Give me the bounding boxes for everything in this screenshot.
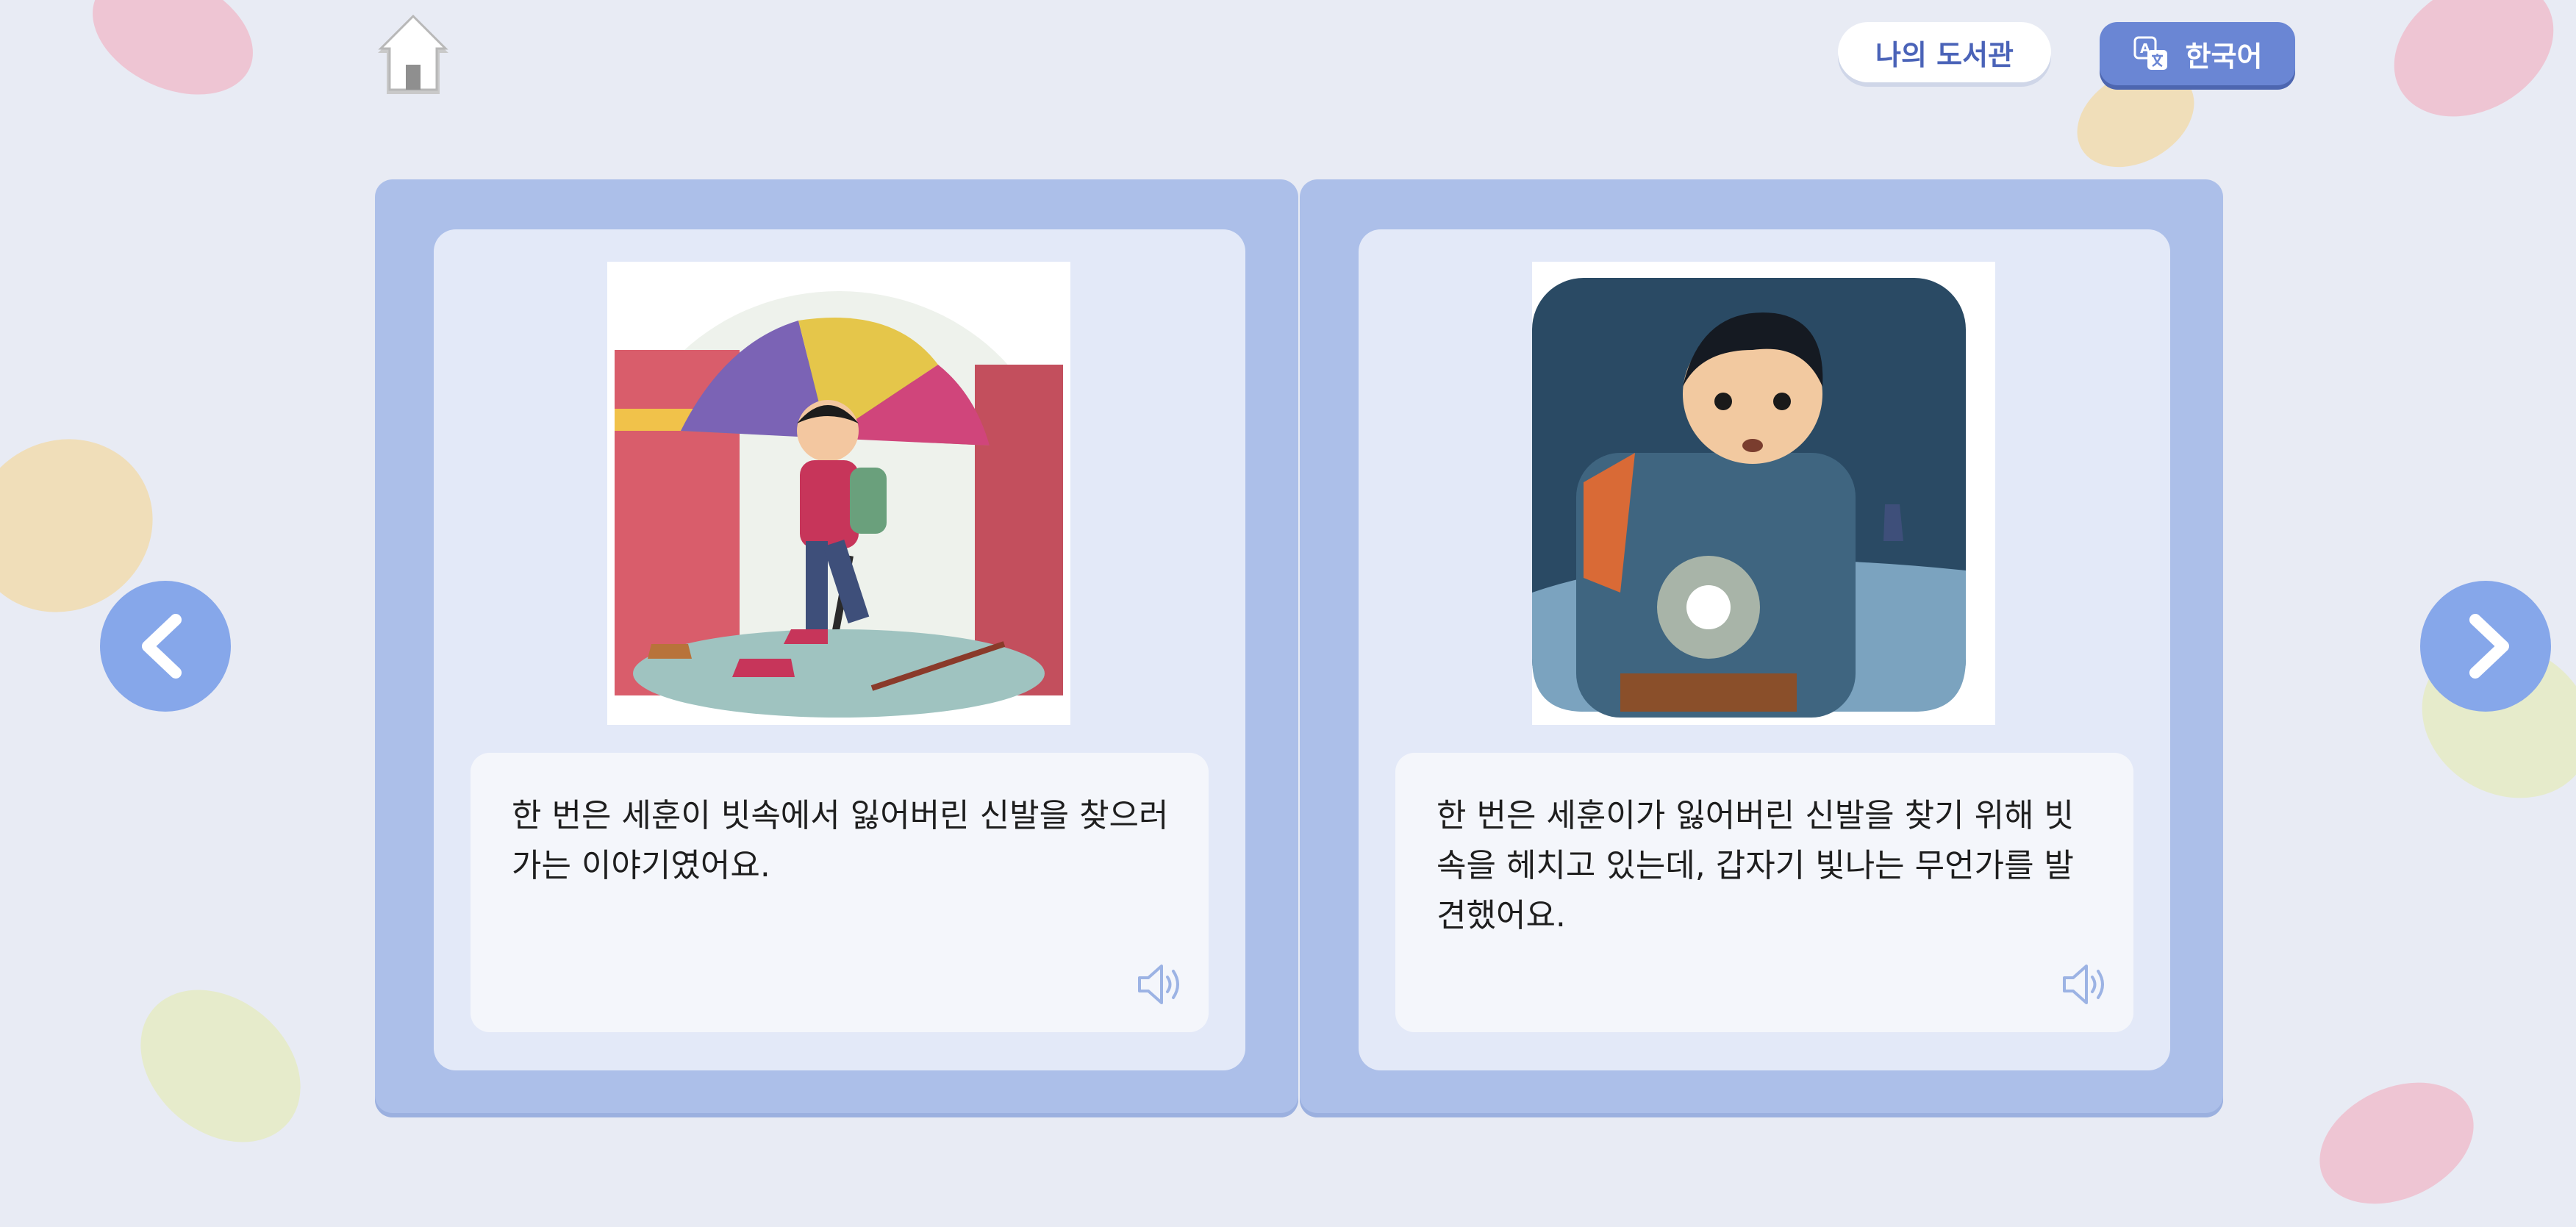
language-button[interactable]: A 한국어 (2100, 22, 2295, 85)
read-aloud-button[interactable] (2060, 959, 2111, 1010)
page-illustration (1532, 262, 1995, 725)
prev-page-button[interactable] (100, 581, 231, 712)
my-library-button[interactable]: 나의 도서관 (1838, 22, 2051, 82)
language-label: 한국어 (2185, 40, 2263, 73)
story-text-box: 한 번은 세훈이가 잃어버린 신발을 찾기 위해 빗속을 헤치고 있는데, 갑자… (1395, 753, 2133, 1032)
page-card: 한 번은 세훈이 빗속에서 잃어버린 신발을 찾으러 가는 이야기였어요. (434, 229, 1245, 1070)
illustration-rainy-walk (607, 262, 1070, 725)
book-page-left: 한 번은 세훈이 빗속에서 잃어버린 신발을 찾으러 가는 이야기였어요. (375, 179, 1298, 1117)
chevron-right-icon (2469, 614, 2509, 679)
speaker-icon (2063, 965, 2104, 1004)
home-icon (378, 14, 448, 94)
page-card: 한 번은 세훈이가 잃어버린 신발을 찾기 위해 빗속을 헤치고 있는데, 갑자… (1359, 229, 2170, 1070)
page-illustration (607, 262, 1070, 725)
translate-icon: A (2133, 36, 2167, 70)
decor-blob-pink (73, 0, 273, 119)
home-button[interactable] (372, 14, 454, 97)
story-text: 한 번은 세훈이가 잃어버린 신발을 찾기 위해 빗속을 헤치고 있는데, 갑자… (1437, 797, 2075, 934)
read-aloud-button[interactable] (1135, 959, 1187, 1010)
speaker-icon (1138, 965, 1179, 1004)
decor-blob-pink (2369, 0, 2576, 145)
chevron-left-icon (142, 614, 182, 679)
decor-blob-pink (2300, 1059, 2494, 1227)
next-page-button[interactable] (2420, 581, 2551, 712)
book-page-right: 한 번은 세훈이가 잃어버린 신발을 찾기 위해 빗속을 헤치고 있는데, 갑자… (1300, 179, 2223, 1117)
my-library-label: 나의 도서관 (1875, 38, 2014, 71)
story-text-box: 한 번은 세훈이 빗속에서 잃어버린 신발을 찾으러 가는 이야기였어요. (471, 753, 1209, 1032)
story-text: 한 번은 세훈이 빗속에서 잃어버린 신발을 찾으러 가는 이야기였어요. (512, 797, 1169, 884)
decor-blob-green (110, 958, 331, 1174)
illustration-glowing-find (1532, 262, 1995, 725)
